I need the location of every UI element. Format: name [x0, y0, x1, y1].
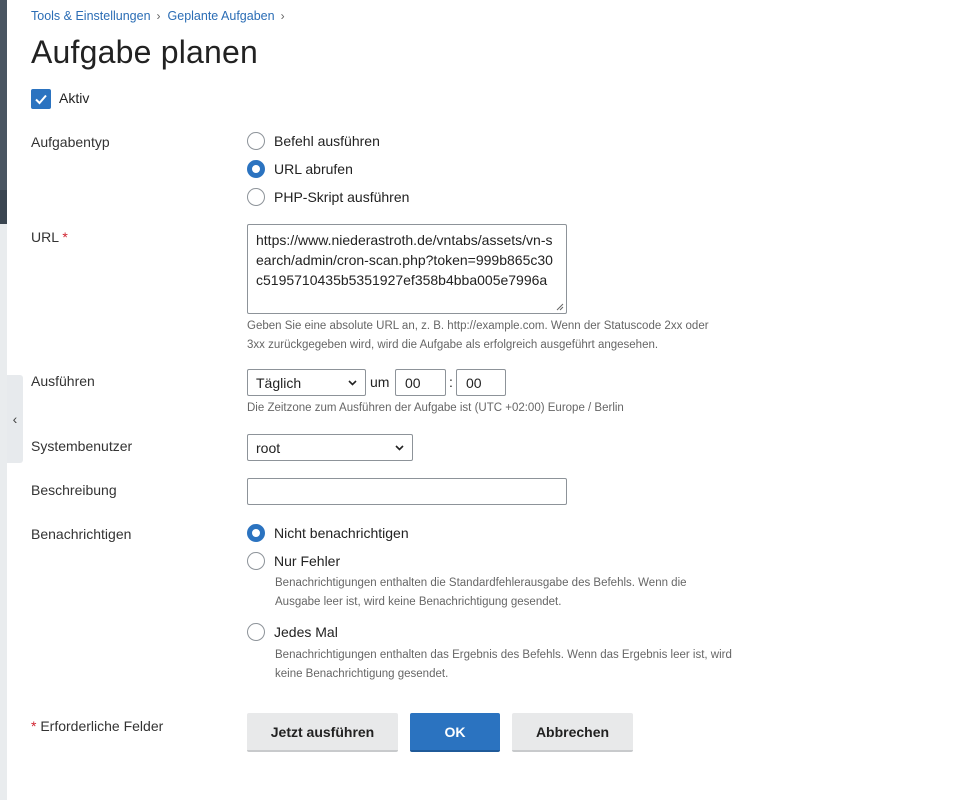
radio-button[interactable] — [247, 623, 265, 641]
system-user-label: Systembenutzer — [31, 438, 133, 454]
minute-input[interactable]: 00 — [456, 369, 506, 396]
radio-button[interactable] — [247, 552, 265, 570]
notify-always-hint: Benachrichtigungen enthalten das Ergebni… — [275, 646, 732, 684]
url-value: https://www.niederastroth.de/vntabs/asse… — [256, 232, 553, 288]
left-sidebar-strip — [0, 0, 7, 800]
chevron-down-icon — [395, 445, 404, 451]
notify-option-always[interactable]: Jedes Mal — [247, 623, 338, 641]
radio-button-selected[interactable] — [247, 160, 265, 178]
radio-button[interactable] — [247, 188, 265, 206]
task-type-option-command[interactable]: Befehl ausführen — [247, 132, 380, 150]
radio-button[interactable] — [247, 132, 265, 150]
cancel-button[interactable]: Abbrechen — [512, 713, 633, 752]
breadcrumb: Tools & Einstellungen › Geplante Aufgaben › — [31, 9, 292, 23]
url-hint-line: 3xx zurückgegeben wird, wird die Aufgabe… — [247, 339, 659, 351]
notify-errors-hint: Benachrichtigungen enthalten die Standar… — [275, 574, 687, 612]
page-title: Aufgabe planen — [31, 34, 259, 70]
breadcrumb-link-tools[interactable]: Tools & Einstellungen — [31, 9, 151, 23]
chevron-left-icon: ‹ — [12, 411, 18, 427]
breadcrumb-link-scheduled-tasks[interactable]: Geplante Aufgaben — [168, 9, 275, 23]
notify-option-errors[interactable]: Nur Fehler — [247, 552, 340, 570]
breadcrumb-separator: › — [156, 9, 161, 23]
radio-label: Jedes Mal — [274, 624, 338, 640]
radio-label: Befehl ausführen — [274, 133, 380, 149]
url-hint: Geben Sie eine absolute URL an, z. B. ht… — [247, 317, 709, 355]
active-checkbox[interactable] — [31, 89, 51, 109]
required-fields-text: Erforderliche Felder — [40, 718, 164, 734]
system-user-value: root — [256, 439, 281, 456]
description-input[interactable] — [247, 478, 567, 505]
minute-value: 00 — [466, 374, 482, 391]
task-type-label: Aufgabentyp — [31, 134, 110, 150]
radio-label: URL abrufen — [274, 161, 353, 177]
radio-label: Nur Fehler — [274, 553, 341, 569]
task-type-option-url[interactable]: URL abrufen — [247, 160, 353, 178]
timezone-hint: Die Zeitzone zum Ausführen der Aufgabe i… — [247, 402, 624, 414]
active-checkbox-label: Aktiv — [59, 90, 90, 106]
sidebar-dark-segment — [0, 0, 7, 190]
resize-grip-icon[interactable] — [556, 303, 564, 311]
url-label: URL * — [31, 229, 68, 245]
notify-hint-line: Benachrichtigungen enthalten die Standar… — [275, 577, 687, 589]
required-mark: * — [62, 229, 68, 245]
notify-option-never[interactable]: Nicht benachrichtigen — [247, 524, 409, 542]
system-user-select[interactable]: root — [247, 434, 413, 461]
url-textarea[interactable]: https://www.niederastroth.de/vntabs/asse… — [247, 224, 567, 314]
task-type-option-php[interactable]: PHP-Skript ausführen — [247, 188, 409, 206]
time-colon: : — [449, 374, 453, 390]
notify-hint-line: Ausgabe leer ist, wird keine Benachricht… — [275, 596, 562, 608]
sidebar-collapse-button[interactable]: ‹ — [7, 375, 23, 463]
notify-hint-line: keine Benachrichtigung gesendet. — [275, 668, 449, 680]
chevron-down-icon — [348, 380, 357, 386]
required-fields-note: * Erforderliche Felder — [31, 718, 163, 734]
radio-label: Nicht benachrichtigen — [274, 525, 409, 541]
hour-value: 00 — [405, 374, 421, 391]
notify-label: Benachrichtigen — [31, 526, 132, 542]
frequency-value: Täglich — [256, 374, 302, 391]
ok-button[interactable]: OK — [410, 713, 500, 752]
hour-input[interactable]: 00 — [395, 369, 446, 396]
radio-label: PHP-Skript ausführen — [274, 189, 410, 205]
notify-hint-line: Benachrichtigungen enthalten das Ergebni… — [275, 649, 732, 661]
description-label: Beschreibung — [31, 482, 117, 498]
at-label: um — [370, 374, 390, 390]
required-mark: * — [31, 718, 37, 734]
url-label-text: URL — [31, 229, 59, 245]
radio-button-selected[interactable] — [247, 524, 265, 542]
sidebar-active-marker — [0, 190, 7, 224]
frequency-select[interactable]: Täglich — [247, 369, 366, 396]
schedule-label: Ausführen — [31, 373, 95, 389]
checkmark-icon — [35, 94, 47, 105]
run-now-button[interactable]: Jetzt ausführen — [247, 713, 398, 752]
breadcrumb-separator: › — [280, 9, 285, 23]
url-hint-line: Geben Sie eine absolute URL an, z. B. ht… — [247, 320, 709, 332]
